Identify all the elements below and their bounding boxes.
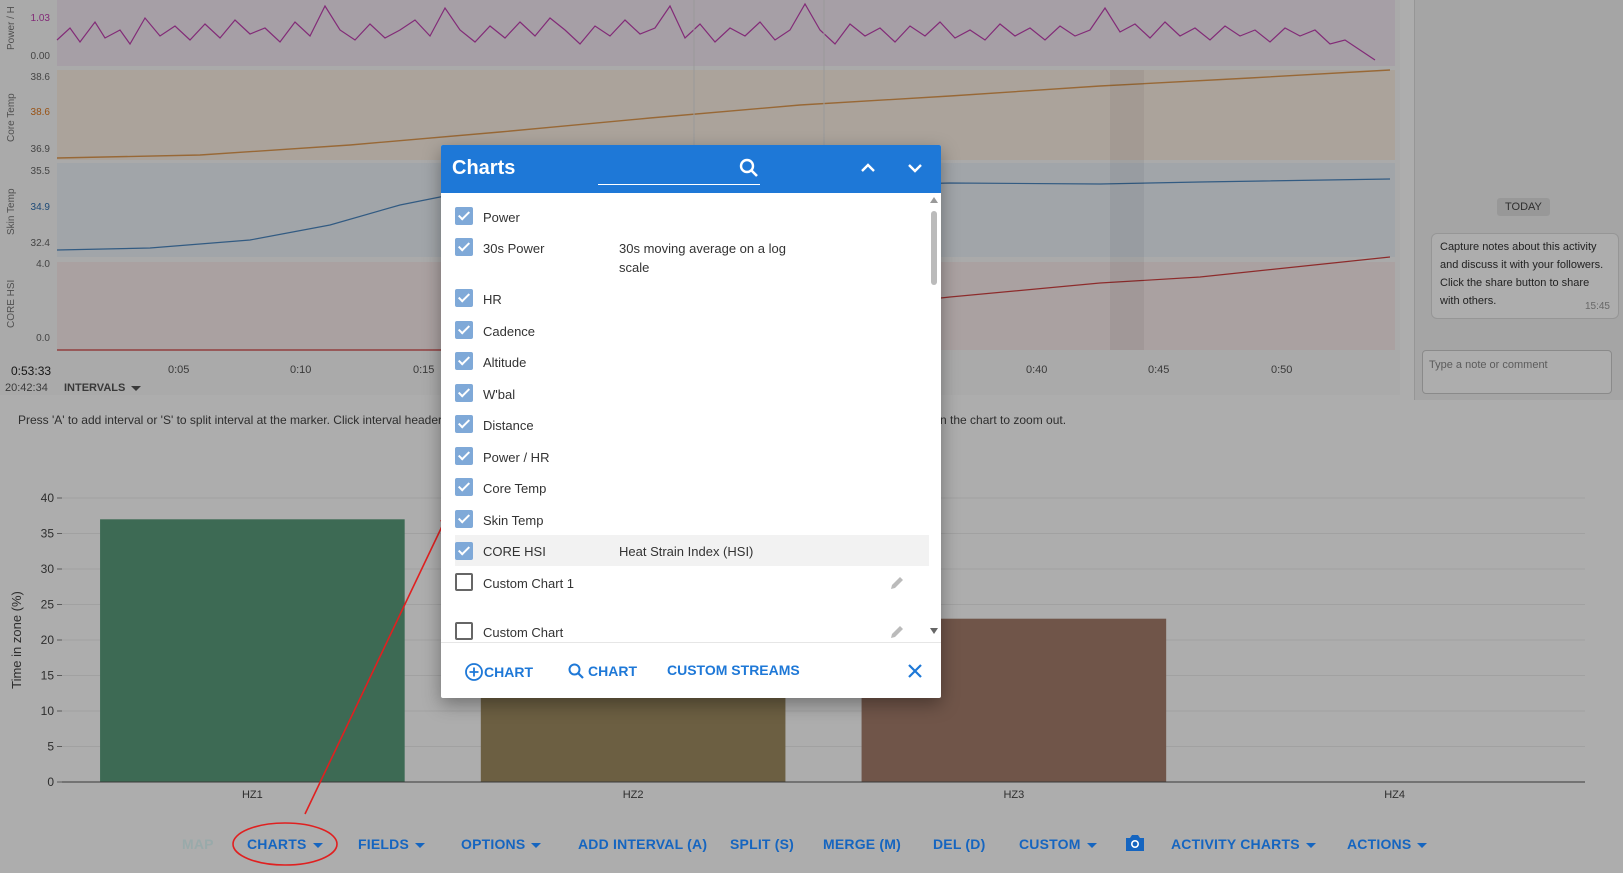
- checkbox[interactable]: [455, 352, 473, 370]
- chart-name: HR: [483, 292, 502, 307]
- actions-button-label: ACTIONS: [1347, 836, 1412, 852]
- list-item[interactable]: Core Temp: [455, 478, 929, 504]
- checkbox[interactable]: [455, 622, 473, 640]
- close-icon[interactable]: [907, 663, 923, 684]
- edit-icon[interactable]: [889, 624, 905, 642]
- activity-charts-button[interactable]: ACTIVITY CHARTS: [1171, 836, 1316, 852]
- fields-button-label: FIELDS: [358, 836, 409, 852]
- checkbox[interactable]: [455, 573, 473, 591]
- charts-dialog: Charts Power 30s Power 30s moving averag…: [441, 145, 941, 698]
- add-interval-button[interactable]: ADD INTERVAL (A): [578, 836, 707, 852]
- checkbox[interactable]: [455, 510, 473, 528]
- charts-button[interactable]: CHARTS: [247, 836, 323, 852]
- search-icon[interactable]: [738, 157, 760, 184]
- dialog-footer: CHART CHART CUSTOM STREAMS: [441, 642, 941, 698]
- delete-button[interactable]: DEL (D): [933, 836, 985, 852]
- chevron-down-icon: [531, 842, 542, 848]
- list-item[interactable]: Altitude: [455, 352, 929, 378]
- charts-button-label: CHARTS: [247, 836, 307, 852]
- list-item[interactable]: Cadence: [455, 321, 929, 347]
- list-item[interactable]: 30s Power 30s moving average on a log sc…: [455, 238, 929, 284]
- chart-name: Skin Temp: [483, 513, 544, 528]
- checkbox[interactable]: [455, 289, 473, 307]
- chart-name: Altitude: [483, 355, 527, 370]
- chevron-down-icon[interactable]: [907, 161, 923, 180]
- list-item[interactable]: W'bal: [455, 384, 929, 410]
- camera-icon[interactable]: [1124, 833, 1146, 858]
- list-item[interactable]: Power: [455, 207, 929, 233]
- add-chart-button[interactable]: CHART: [464, 662, 533, 682]
- checkbox[interactable]: [455, 321, 473, 339]
- chevron-up-icon[interactable]: [860, 161, 876, 180]
- activity-charts-label: ACTIVITY CHARTS: [1171, 836, 1300, 852]
- edit-icon[interactable]: [889, 575, 905, 594]
- chevron-down-icon: [1417, 842, 1428, 848]
- split-button[interactable]: SPLIT (S): [730, 836, 794, 852]
- chart-name: Custom Chart 1: [483, 576, 575, 591]
- chart-name: Power / HR: [483, 450, 550, 465]
- find-chart-button[interactable]: CHART: [567, 662, 637, 680]
- scroll-thumb[interactable]: [931, 211, 937, 285]
- list-item[interactable]: CORE HSI Heat Strain Index (HSI): [455, 535, 929, 566]
- scroll-up-arrow[interactable]: [930, 197, 938, 203]
- fields-button[interactable]: FIELDS: [358, 836, 425, 852]
- options-button[interactable]: OPTIONS: [461, 836, 542, 852]
- options-button-label: OPTIONS: [461, 836, 526, 852]
- list-item[interactable]: HR: [455, 289, 929, 315]
- scroll-down-arrow[interactable]: [930, 628, 938, 634]
- find-chart-label: CHART: [588, 663, 637, 679]
- chart-name: Power: [483, 210, 520, 225]
- chart-name: CORE HSI: [483, 544, 546, 559]
- custom-streams-button[interactable]: CUSTOM STREAMS: [667, 662, 800, 678]
- checkbox[interactable]: [455, 207, 473, 225]
- checkbox[interactable]: [455, 478, 473, 496]
- chart-description: Heat Strain Index (HSI): [619, 544, 754, 559]
- chart-name: Cadence: [483, 324, 536, 339]
- map-button[interactable]: MAP: [182, 836, 214, 852]
- chart-name: Distance: [483, 418, 534, 433]
- dialog-title: Charts: [452, 157, 516, 179]
- checkbox[interactable]: [455, 415, 473, 433]
- checkbox[interactable]: [455, 542, 473, 560]
- checkbox[interactable]: [455, 384, 473, 402]
- chevron-down-icon: [414, 842, 425, 848]
- chart-name: W'bal: [483, 387, 516, 402]
- chart-name: 30s Power: [483, 241, 545, 256]
- search-icon: [568, 663, 584, 679]
- list-item[interactable]: Power / HR: [455, 447, 929, 473]
- chevron-down-icon: [1086, 842, 1097, 848]
- chart-description: 30s moving average on a log scale: [619, 241, 786, 275]
- scrollbar[interactable]: [928, 195, 940, 640]
- add-chart-label: CHART: [484, 664, 533, 680]
- list-item[interactable]: Custom Chart: [455, 622, 929, 642]
- checkbox[interactable]: [455, 238, 473, 256]
- custom-button[interactable]: CUSTOM: [1019, 836, 1097, 852]
- actions-button[interactable]: ACTIONS: [1347, 836, 1428, 852]
- chart-name: Custom Chart: [483, 625, 564, 640]
- list-item[interactable]: Custom Chart 1: [455, 573, 929, 617]
- dialog-header: Charts: [441, 145, 941, 193]
- list-item[interactable]: Skin Temp: [455, 510, 929, 536]
- chevron-down-icon: [312, 842, 323, 848]
- list-item[interactable]: Distance: [455, 415, 929, 441]
- custom-button-label: CUSTOM: [1019, 836, 1081, 852]
- chevron-down-icon: [1305, 842, 1316, 848]
- add-circle-icon: [465, 663, 483, 681]
- merge-button[interactable]: MERGE (M): [823, 836, 901, 852]
- chart-search-input[interactable]: [598, 184, 760, 185]
- chart-name: Core Temp: [483, 481, 547, 496]
- checkbox[interactable]: [455, 447, 473, 465]
